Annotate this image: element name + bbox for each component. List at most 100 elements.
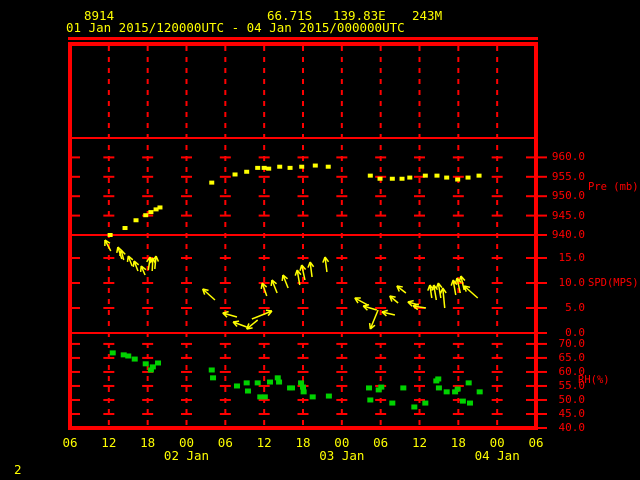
rh-point: [288, 385, 295, 391]
wind-arrow-head: [407, 299, 414, 303]
rh-point: [459, 398, 466, 404]
pressure-point: [157, 205, 163, 210]
rh-point: [309, 394, 316, 400]
wind-arrow-shaft: [463, 285, 479, 299]
meteogram-screen: 8914 66.71S 139.83E 243M 01 Jan 2015/120…: [0, 0, 640, 480]
pressure-point: [122, 226, 128, 231]
wind-arrow-head: [132, 260, 135, 268]
wind-arrow-head: [126, 255, 129, 263]
wind-arrow-head: [431, 284, 435, 291]
x-hour-label: 06: [373, 435, 389, 450]
wind-speed-axis-label: SPD(MPS): [588, 277, 639, 289]
wind-arrow-head: [368, 322, 372, 330]
pressure-point: [277, 164, 283, 169]
rh-point: [233, 383, 240, 389]
x-date-label: 03 Jan: [319, 448, 365, 463]
wind-arrow-head: [435, 282, 439, 289]
y-tick-label: 60.0: [558, 364, 586, 378]
x-date-label: 02 Jan: [163, 448, 210, 463]
x-hour-label: 18: [450, 435, 466, 450]
y-tick-label: 40.0: [558, 421, 586, 434]
rh-point: [443, 389, 450, 395]
wind-arrow-head: [232, 320, 240, 323]
wind-arrow-head: [307, 261, 311, 268]
pressure-point: [143, 213, 149, 218]
rh-point: [244, 388, 251, 394]
x-hour-label: 12: [101, 435, 117, 450]
y-tick-label: 50.0: [558, 392, 586, 406]
rh-point: [131, 356, 138, 362]
wind-arrow-head: [322, 256, 326, 263]
rh-point: [325, 393, 332, 399]
rh-point: [155, 360, 162, 366]
pressure-point: [407, 175, 413, 180]
wind-arrow-head: [458, 275, 462, 282]
pressure-point: [476, 173, 482, 178]
rh-point: [300, 384, 306, 390]
rh-point: [149, 364, 156, 370]
pressure-point: [266, 166, 272, 171]
rh-point: [435, 376, 442, 382]
rh-point: [378, 384, 385, 390]
y-tick-label: 55.0: [558, 378, 586, 392]
y-tick-label: 950.0: [551, 189, 585, 203]
rh-point: [411, 404, 418, 410]
y-tick-label: 10.0: [558, 276, 586, 289]
wind-arrow-head: [294, 269, 298, 276]
pressure-point: [255, 165, 261, 170]
pressure-point: [209, 180, 215, 185]
rh-point: [125, 353, 132, 359]
wind-arrow-head: [381, 309, 388, 313]
x-hour-label: 06: [217, 435, 233, 450]
x-hour-label: 18: [295, 435, 311, 450]
rh-point: [366, 385, 373, 391]
rh-point: [243, 380, 250, 386]
pressure-point: [377, 176, 383, 181]
rh-point: [109, 350, 116, 356]
wind-arrow-head: [299, 264, 303, 271]
x-hour-label: 06: [62, 435, 78, 450]
rh-point: [142, 361, 149, 367]
pressure-point: [465, 175, 471, 180]
x-hour-label: 12: [256, 435, 272, 450]
y-tick-label: 70.0: [558, 336, 586, 350]
rh-point: [465, 380, 472, 386]
rh-point: [466, 400, 473, 406]
wind-arrow-head: [450, 279, 454, 286]
pressure-point: [434, 173, 440, 178]
y-tick-label: 15.0: [558, 251, 586, 264]
rh-point: [266, 379, 273, 385]
pressure-point: [444, 175, 450, 180]
rh-point: [400, 385, 407, 391]
pressure-point: [133, 218, 139, 223]
wind-arrow-head: [139, 265, 142, 273]
wind-arrow-head: [222, 310, 229, 314]
pressure-point: [422, 173, 428, 178]
rh-point: [476, 389, 483, 395]
rh-point: [422, 400, 429, 406]
wind-arrow-head: [281, 274, 284, 282]
x-hour-label: 06: [528, 435, 544, 450]
wind-arrow-head: [427, 284, 431, 291]
rh-point: [300, 389, 307, 395]
y-tick-label: 955.0: [551, 169, 585, 183]
y-tick-label: 960.0: [551, 150, 585, 164]
time-range-title: 01 Jan 2015/120000UTC - 04 Jan 2015/0000…: [66, 20, 405, 35]
y-tick-label: 5.0: [565, 301, 585, 314]
rh-point: [254, 380, 261, 386]
y-tick-label: 945.0: [551, 208, 585, 222]
rh-point: [454, 386, 461, 392]
wind-arrow-head: [260, 282, 263, 290]
pressure-axis-label: Pre (mb): [588, 181, 639, 193]
pressure-point: [107, 233, 113, 237]
x-hour-label: 18: [140, 435, 156, 450]
pressure-point: [312, 163, 318, 168]
pressure-point: [367, 173, 373, 178]
pressure-point: [287, 165, 293, 170]
x-hour-label: 12: [411, 435, 428, 450]
rh-point: [261, 394, 268, 400]
y-tick-label: 65.0: [558, 350, 586, 364]
wind-arrow-head: [363, 303, 370, 307]
rh-point: [389, 400, 396, 406]
wind-arrow-head: [116, 246, 119, 254]
